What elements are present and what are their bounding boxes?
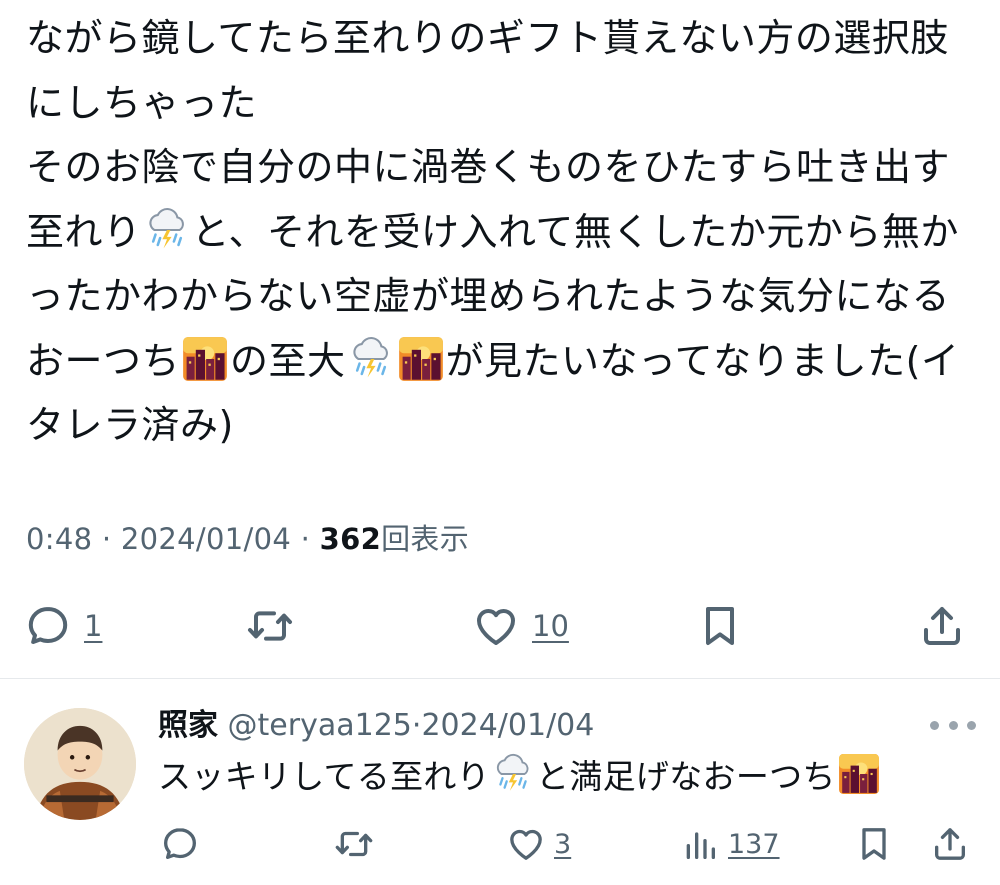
reply-separator: · <box>411 708 422 743</box>
reply-button[interactable]: 1 <box>24 602 102 650</box>
bookmark-icon <box>862 828 886 860</box>
city-sunset-emoji-icon <box>182 336 228 382</box>
reply-icon <box>28 607 68 644</box>
views-count[interactable]: 362 <box>320 522 381 556</box>
reply-bookmark-button[interactable] <box>854 824 894 864</box>
bookmark-button[interactable] <box>696 602 744 650</box>
city-sunset-emoji-icon <box>838 753 880 795</box>
tweet-text-part-3: の至大 <box>230 338 346 383</box>
tweet-date[interactable]: 2024/01/04 <box>121 522 291 556</box>
share-button[interactable] <box>918 602 966 650</box>
reply-author-name[interactable]: 照家 <box>158 708 218 743</box>
reply-share-button[interactable] <box>930 824 970 864</box>
share-icon <box>935 828 965 860</box>
reply-reply-button[interactable] <box>160 824 200 864</box>
bookmark-icon <box>706 607 734 645</box>
more-options-icon[interactable] <box>930 708 976 742</box>
bar-chart-icon <box>686 832 715 859</box>
reply-views-button[interactable]: 137 <box>680 824 780 864</box>
reply-icon <box>164 828 196 859</box>
reply-action-bar: 3 137 <box>0 820 1000 870</box>
retweet-button[interactable] <box>246 602 294 650</box>
retweet-icon <box>248 611 292 641</box>
like-button[interactable]: 10 <box>472 602 569 650</box>
reply-date[interactable]: 2024/01/04 <box>421 708 594 743</box>
divider <box>0 678 1000 679</box>
reply-text-part-1: スッキリしてる至れり <box>158 757 491 796</box>
tweet-time[interactable]: 0:48 <box>26 522 92 556</box>
reply-header: 照家 @teryaa125·2024/01/04 <box>158 700 594 744</box>
avatar[interactable] <box>24 708 136 820</box>
tweet-text: ながら鏡してたら至れりのギフト貰えない方の選択肢にしちゃった そのお陰で自分の中… <box>26 6 976 458</box>
tweet-action-bar: 1 10 <box>0 598 1000 658</box>
heart-icon <box>477 609 515 645</box>
meta-separator: · <box>101 522 112 556</box>
meta-separator: · <box>300 522 311 556</box>
retweet-icon <box>335 831 373 857</box>
city-sunset-emoji-icon <box>398 336 444 382</box>
reply-views-count: 137 <box>728 828 780 860</box>
reply-like-count: 3 <box>554 828 572 860</box>
reply-retweet-button[interactable] <box>334 824 374 864</box>
like-count: 10 <box>532 609 569 643</box>
reply-like-button[interactable]: 3 <box>506 824 571 864</box>
thunder-cloud-emoji-icon <box>492 753 534 795</box>
tweet-meta: 0:48 · 2024/01/04 · 362回表示 <box>26 516 469 558</box>
reply-text: スッキリしてる至れり と満足げなおーつち <box>158 752 882 802</box>
heart-icon <box>510 829 542 860</box>
thunder-cloud-emoji-icon <box>144 207 190 253</box>
reply-count: 1 <box>84 609 103 643</box>
thunder-cloud-emoji-icon <box>348 336 394 382</box>
views-label: 回表示 <box>381 522 470 556</box>
reply-author-handle[interactable]: @teryaa125 <box>228 708 412 743</box>
reply-text-part-2: と満足げなおーつち <box>536 757 836 796</box>
share-icon <box>924 607 960 645</box>
